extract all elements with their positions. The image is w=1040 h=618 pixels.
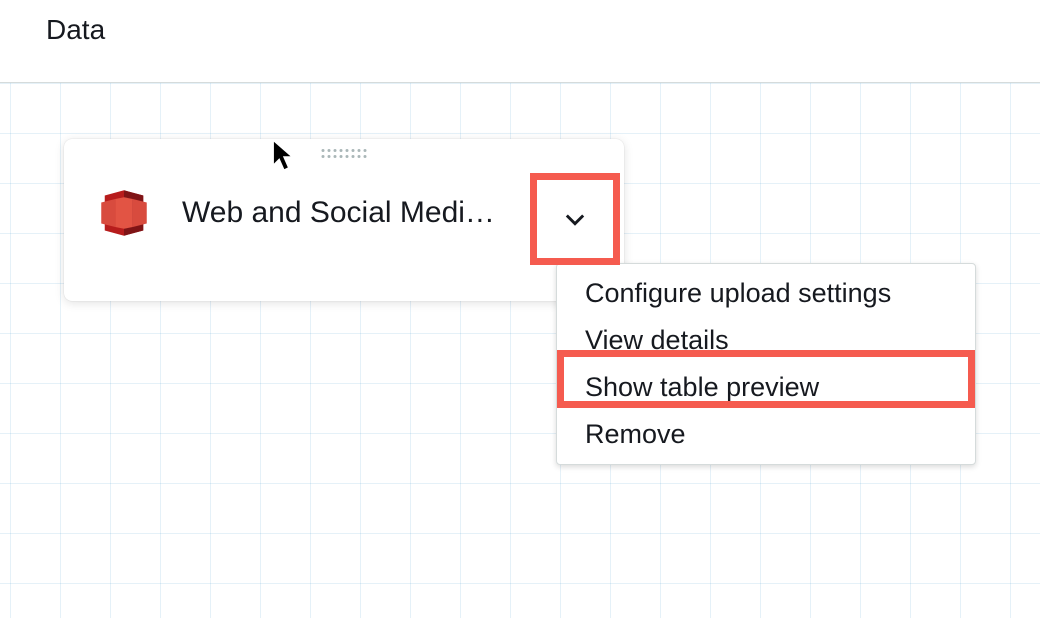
page-title: Data: [46, 14, 105, 46]
chevron-down-icon: [561, 205, 589, 233]
aws-s3-icon: [96, 185, 152, 241]
menu-item-remove[interactable]: Remove: [557, 411, 975, 458]
menu-item-configure-upload[interactable]: Configure upload settings: [557, 270, 975, 317]
topbar: Data: [0, 0, 1040, 83]
node-context-menu: Configure upload settings View details S…: [556, 263, 976, 465]
node-menu-toggle[interactable]: [530, 173, 620, 265]
drag-handle-icon[interactable]: [322, 149, 367, 158]
menu-item-show-table-preview[interactable]: Show table preview: [557, 364, 975, 411]
canvas-grid[interactable]: Web and Social Medi… Configure upload se…: [0, 83, 1040, 618]
menu-item-view-details[interactable]: View details: [557, 317, 975, 364]
